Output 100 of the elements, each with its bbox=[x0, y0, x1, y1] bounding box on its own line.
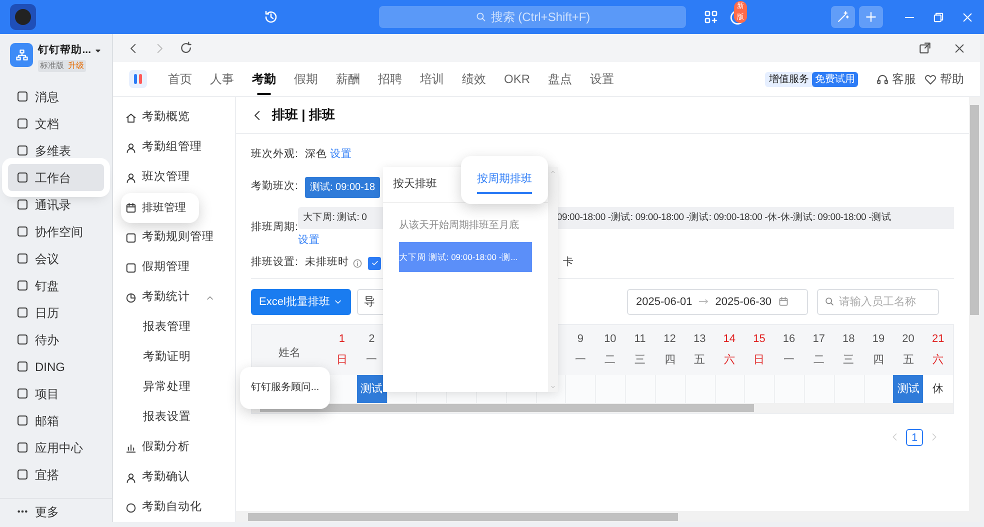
sidebar-item[interactable]: 多维表 bbox=[8, 137, 104, 164]
day-header: 11 三 bbox=[633, 332, 647, 368]
sidebar-item[interactable]: 邮箱 bbox=[8, 407, 104, 434]
day-header: 16 一 bbox=[782, 332, 796, 368]
sidebar-item[interactable]: 通讯录 bbox=[8, 191, 104, 218]
pie-chart-icon bbox=[125, 292, 137, 304]
submenu-item[interactable]: 考勤规则管理 bbox=[121, 223, 227, 253]
popup-tab[interactable]: 按天排班 bbox=[383, 166, 447, 202]
date-range-field[interactable]: 2025-06-01 2025-06-30 bbox=[627, 288, 808, 315]
schedule-cell[interactable] bbox=[654, 374, 685, 403]
day-header: 2 一 bbox=[365, 332, 378, 368]
appearance-value: 深色 bbox=[305, 147, 327, 162]
grid-plus-icon[interactable] bbox=[703, 9, 719, 25]
support-link[interactable]: 客服 bbox=[876, 70, 916, 88]
square-icon bbox=[16, 387, 29, 400]
nav-tab[interactable]: OKR bbox=[495, 62, 540, 96]
nav-tab[interactable]: 考勤 bbox=[243, 62, 285, 96]
sidebar-item[interactable]: 会议 bbox=[8, 245, 104, 272]
caret-icon bbox=[94, 46, 102, 55]
nav-tab[interactable]: 薪酬 bbox=[327, 62, 369, 96]
submenu-item[interactable]: 异常处理 bbox=[121, 373, 227, 403]
popout-icon[interactable] bbox=[918, 41, 932, 55]
nav-tab[interactable]: 招聘 bbox=[369, 62, 411, 96]
schedule-cell[interactable] bbox=[714, 374, 744, 403]
help-link[interactable]: 帮助 bbox=[924, 70, 964, 88]
refresh-icon[interactable] bbox=[179, 41, 193, 55]
value-added-service-badge[interactable]: 增值服务 免费试用 bbox=[765, 72, 858, 86]
restore-icon[interactable] bbox=[932, 10, 945, 24]
employee-name[interactable]: 钉钉服务顾问... bbox=[240, 366, 330, 409]
square-icon bbox=[16, 252, 29, 265]
schedule-cell[interactable] bbox=[625, 374, 655, 403]
horizontal-scrollbar[interactable] bbox=[236, 511, 980, 522]
sidebar-item[interactable]: 工作台 bbox=[8, 164, 104, 191]
bar-chart-icon bbox=[125, 442, 137, 454]
headset-icon bbox=[876, 72, 889, 86]
submenu-item[interactable]: 考勤确认 bbox=[121, 463, 227, 493]
settings-link[interactable]: 设置 bbox=[330, 147, 352, 163]
schedule-cell[interactable] bbox=[565, 374, 596, 403]
schedule-cell[interactable] bbox=[864, 374, 894, 403]
person-icon bbox=[125, 472, 137, 484]
sidebar-item[interactable]: 文档 bbox=[8, 110, 104, 137]
submenu-item[interactable]: 假期管理 bbox=[121, 253, 227, 283]
square-icon bbox=[125, 262, 137, 274]
square-icon bbox=[16, 333, 29, 346]
shift-cell[interactable]: 测试 bbox=[893, 374, 924, 403]
schedule-cell[interactable] bbox=[744, 374, 774, 403]
checkbox[interactable] bbox=[368, 256, 381, 270]
nav-tab[interactable]: 培训 bbox=[411, 62, 453, 96]
nav-tab[interactable]: 设置 bbox=[581, 62, 624, 96]
nav-tab[interactable]: 绩效 bbox=[453, 62, 495, 96]
vertical-scrollbar[interactable] bbox=[969, 97, 980, 511]
schedule-cell[interactable] bbox=[595, 374, 626, 403]
sidebar-item[interactable]: 日历 bbox=[8, 299, 104, 326]
popup-tab[interactable]: 按周期排班 bbox=[461, 156, 548, 204]
scroll-down-icon bbox=[550, 384, 556, 390]
field-label: 排班设置: bbox=[251, 255, 299, 270]
rest-cell[interactable]: 休 bbox=[923, 374, 953, 403]
submenu-item[interactable]: 考勤统计 bbox=[121, 283, 227, 313]
sidebar-item[interactable]: 应用中心 bbox=[8, 434, 104, 461]
nav-tab[interactable]: 假期 bbox=[285, 62, 327, 96]
submenu-item[interactable]: 报表设置 bbox=[121, 403, 227, 433]
history-icon[interactable] bbox=[263, 9, 279, 25]
add-button[interactable] bbox=[859, 6, 883, 28]
submenu-item[interactable]: 班次管理 bbox=[121, 163, 227, 193]
org-name[interactable]: 钉钉帮助... bbox=[38, 43, 91, 59]
shift-tag[interactable]: 测试: 09:00-18 bbox=[305, 176, 380, 198]
nav-tab[interactable]: 人事 bbox=[201, 62, 243, 96]
sidebar-item[interactable]: 待办 bbox=[8, 326, 104, 353]
sidebar-item[interactable]: 宜搭 bbox=[8, 461, 104, 488]
search-icon bbox=[824, 296, 835, 308]
calendar-icon bbox=[125, 202, 137, 214]
sidebar-item[interactable]: 消息 bbox=[8, 83, 104, 110]
submenu-item[interactable]: 假勤分析 bbox=[121, 433, 227, 463]
submenu-item[interactable]: 考勤概览 bbox=[121, 103, 227, 133]
nav-tab[interactable]: 首页 bbox=[159, 62, 201, 96]
submenu-item[interactable]: 报表管理 bbox=[121, 313, 227, 343]
page-button[interactable]: 1 bbox=[906, 428, 923, 446]
schedule-cell[interactable] bbox=[684, 374, 715, 403]
square-icon bbox=[16, 279, 29, 292]
close-icon[interactable] bbox=[961, 10, 974, 24]
app-logo-icon bbox=[129, 70, 147, 88]
submenu-item[interactable]: 考勤组管理 bbox=[121, 133, 227, 163]
square-icon bbox=[125, 232, 137, 244]
submenu-item[interactable]: 考勤自动化 bbox=[121, 493, 227, 523]
excel-batch-button[interactable]: Excel批量排班 bbox=[251, 288, 351, 315]
sidebar-item[interactable]: 项目 bbox=[8, 380, 104, 407]
magic-wand-button[interactable] bbox=[831, 6, 855, 28]
info-icon bbox=[352, 258, 363, 269]
sidebar-item[interactable]: DING bbox=[8, 353, 104, 380]
nav-tab[interactable]: 盘点 bbox=[539, 62, 582, 96]
day-header: 21 六 bbox=[930, 332, 946, 368]
popup-scrollbar[interactable] bbox=[548, 167, 558, 392]
submenu-item[interactable]: 排班管理 bbox=[121, 193, 199, 223]
settings-link[interactable]: 设置 bbox=[298, 233, 320, 249]
close-icon[interactable] bbox=[953, 42, 966, 54]
sidebar-item[interactable]: 钉盘 bbox=[8, 272, 104, 299]
sidebar-item[interactable]: 协作空间 bbox=[8, 218, 104, 245]
app-avatar-icon bbox=[10, 4, 36, 30]
submenu-item[interactable]: 考勤证明 bbox=[121, 343, 227, 373]
day-header: 10 二 bbox=[603, 332, 618, 368]
